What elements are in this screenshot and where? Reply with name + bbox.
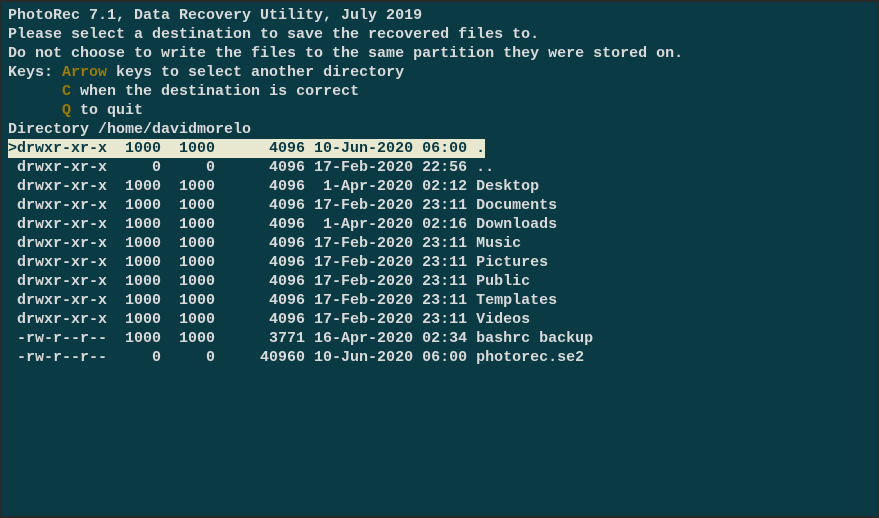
directory-row[interactable]: drwxr-xr-x 0 0 4096 17-Feb-2020 22:56 .. bbox=[8, 158, 871, 177]
directory-row[interactable]: -rw-r--r-- 1000 1000 3771 16-Apr-2020 02… bbox=[8, 329, 871, 348]
directory-row[interactable]: >drwxr-xr-x 1000 1000 4096 10-Jun-2020 0… bbox=[8, 139, 485, 158]
directory-row[interactable]: drwxr-xr-x 1000 1000 4096 1-Apr-2020 02:… bbox=[8, 215, 871, 234]
instruction-2: Do not choose to write the files to the … bbox=[8, 44, 871, 63]
directory-row[interactable]: drwxr-xr-x 1000 1000 4096 17-Feb-2020 23… bbox=[8, 291, 871, 310]
directory-row[interactable]: -rw-r--r-- 0 0 40960 10-Jun-2020 06:00 p… bbox=[8, 348, 871, 367]
directory-listing[interactable]: >drwxr-xr-x 1000 1000 4096 10-Jun-2020 0… bbox=[8, 139, 871, 367]
directory-row[interactable]: drwxr-xr-x 1000 1000 4096 17-Feb-2020 23… bbox=[8, 272, 871, 291]
key-q: Q bbox=[62, 102, 71, 119]
app-header: PhotoRec 7.1, Data Recovery Utility, Jul… bbox=[8, 6, 871, 25]
current-directory: Directory /home/davidmorelo bbox=[8, 120, 871, 139]
keys-c-line: C when the destination is correct bbox=[8, 82, 871, 101]
key-c: C bbox=[62, 83, 71, 100]
directory-row[interactable]: drwxr-xr-x 1000 1000 4096 1-Apr-2020 02:… bbox=[8, 177, 871, 196]
directory-row[interactable]: drwxr-xr-x 1000 1000 4096 17-Feb-2020 23… bbox=[8, 234, 871, 253]
directory-row[interactable]: drwxr-xr-x 1000 1000 4096 17-Feb-2020 23… bbox=[8, 253, 871, 272]
key-arrow: Arrow bbox=[62, 64, 107, 81]
directory-row[interactable]: drwxr-xr-x 1000 1000 4096 17-Feb-2020 23… bbox=[8, 196, 871, 215]
directory-row[interactable]: drwxr-xr-x 1000 1000 4096 17-Feb-2020 23… bbox=[8, 310, 871, 329]
keys-q-line: Q to quit bbox=[8, 101, 871, 120]
instruction-1: Please select a destination to save the … bbox=[8, 25, 871, 44]
keys-arrow-line: Keys: Arrow keys to select another direc… bbox=[8, 63, 871, 82]
